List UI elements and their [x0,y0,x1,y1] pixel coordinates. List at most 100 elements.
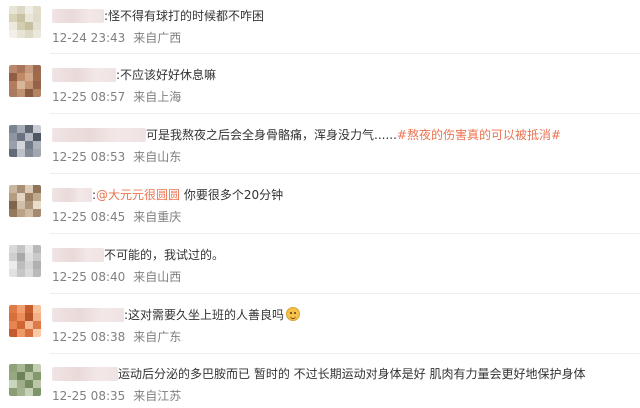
avatar[interactable] [9,305,41,337]
avatar-pixel [17,30,25,38]
avatar-pixel [33,193,41,201]
comment-location: 来自江苏 [133,389,182,403]
avatar-pixel [25,193,33,201]
avatar-pixel [9,185,17,193]
avatar-pixel [17,313,25,321]
divider [50,293,640,294]
avatar-pixel [17,372,25,380]
avatar-pixel [25,73,33,81]
avatar-pixel [9,14,17,22]
divider [50,353,640,354]
divider [50,173,640,174]
comment-location: 来自重庆 [133,210,182,224]
avatar-pixel [17,364,25,372]
comment-text: :怪不得有球打的时候都不咋困 [104,9,265,23]
avatar[interactable] [9,185,41,217]
avatar-pixel [25,6,33,14]
comment-meta: 12-24 23:43 来自广西 [52,31,181,45]
comment-text: 可是我熬夜之后会全身骨骼痛，浑身没力气......#熬夜的伤害真的可以被抵消# [146,127,561,143]
avatar-pixel [33,141,41,149]
avatar-pixel [9,372,17,380]
username-blurred[interactable] [52,9,104,23]
avatar-pixel [9,73,17,81]
avatar-pixel [17,261,25,269]
avatar-pixel [25,81,33,89]
avatar-pixel [9,305,17,313]
avatar-pixel [9,141,17,149]
avatar-pixel [33,149,41,157]
avatar-pixel [33,6,41,14]
avatar-pixel [25,313,33,321]
avatar-pixel [33,81,41,89]
avatar-pixel [17,65,25,73]
avatar-pixel [9,253,17,261]
avatar-pixel [33,133,41,141]
avatar-pixel [33,329,41,337]
avatar-pixel [33,125,41,133]
avatar[interactable] [9,364,41,396]
comment-body: 你要很多个20分钟 [180,188,284,202]
avatar-pixel [9,380,17,388]
avatar-pixel [25,364,33,372]
avatar-pixel [9,65,17,73]
avatar-pixel [33,209,41,217]
username-blurred[interactable] [52,367,118,381]
avatar[interactable] [9,65,41,97]
avatar-pixel [17,14,25,22]
comment-meta: 12-25 08:45 来自重庆 [52,210,181,224]
username-blurred[interactable] [52,308,124,322]
avatar-pixel [17,185,25,193]
avatar-pixel [25,201,33,209]
mention-link[interactable]: @大元元很圆圆 [96,188,180,202]
comment-meta: 12-25 08:35 来自江苏 [52,389,181,403]
avatar-pixel [25,14,33,22]
avatar-pixel [17,388,25,396]
avatar-pixel [9,30,17,38]
comment-location: 来自广西 [133,31,182,45]
username-blurred[interactable] [52,248,104,262]
comment-time: 12-25 08:45 [52,210,126,224]
avatar-pixel [33,89,41,97]
comment-text: :不应该好好休息嘛 [116,68,217,82]
avatar-pixel [25,65,33,73]
avatar-pixel [33,245,41,253]
avatar-pixel [17,22,25,30]
avatar-pixel [33,201,41,209]
avatar-pixel [33,269,41,277]
comment-meta: 12-25 08:38 来自广东 [52,330,181,344]
avatar-pixel [25,305,33,313]
avatar[interactable] [9,245,41,277]
comment-time: 12-25 08:57 [52,90,126,104]
avatar[interactable] [9,6,41,38]
avatar-pixel [17,6,25,14]
avatar-pixel [9,22,17,30]
username-blurred[interactable] [52,128,146,142]
username-blurred[interactable] [52,188,92,202]
comment-body: :这对需要久坐上班的人善良吗 [124,308,285,322]
avatar-pixel [25,89,33,97]
avatar-pixel [25,133,33,141]
avatar-pixel [17,305,25,313]
avatar-pixel [25,329,33,337]
comment-location: 来自上海 [133,90,182,104]
avatar-pixel [9,364,17,372]
avatar-pixel [17,329,25,337]
avatar-pixel [9,261,17,269]
avatar-pixel [9,313,17,321]
avatar-pixel [33,313,41,321]
avatar-pixel [9,329,17,337]
hashtag-link[interactable]: #熬夜的伤害真的可以被抵消# [397,128,561,142]
username-blurred[interactable] [52,68,116,82]
avatar-pixel [9,193,17,201]
avatar-pixel [9,125,17,133]
divider [50,113,640,114]
avatar-pixel [33,65,41,73]
avatar[interactable] [9,125,41,157]
avatar-pixel [9,269,17,277]
avatar-pixel [9,321,17,329]
avatar-pixel [17,141,25,149]
comment-text: 运动后分泌的多巴胺而已 暂时的 不过长期运动对身体是好 肌肉有力量会更好地保护身… [118,367,586,381]
comment-time: 12-25 08:38 [52,330,126,344]
avatar-pixel [25,372,33,380]
avatar-pixel [33,364,41,372]
